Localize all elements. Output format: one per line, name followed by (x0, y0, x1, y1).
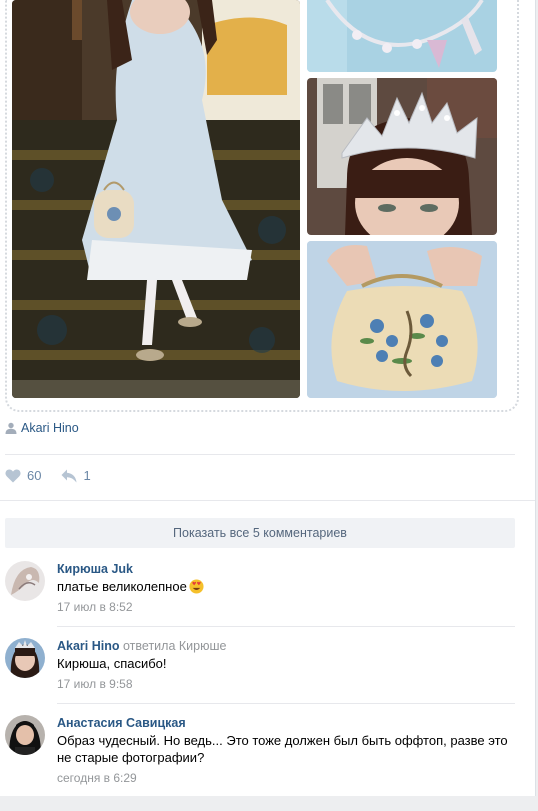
post-author[interactable]: Akari Hino (5, 421, 79, 435)
post-author-name: Akari Hino (21, 421, 79, 435)
photo-embroidered-purse[interactable] (307, 241, 497, 398)
comment-author[interactable]: Akari Hino (57, 639, 120, 653)
avatar[interactable] (5, 638, 45, 678)
share-icon (61, 469, 77, 482)
avatar[interactable] (5, 561, 45, 601)
post-actions: 60 1 (5, 468, 111, 483)
photo-tiara-portrait[interactable] (307, 78, 497, 235)
likes-count: 60 (27, 468, 42, 483)
heart-eyes-emoji (189, 579, 204, 594)
reply-to-label[interactable]: ответила Кирюше (123, 639, 226, 653)
divider (5, 454, 515, 455)
comment-date[interactable]: сегодня в 6:29 (57, 770, 512, 786)
shares-count: 1 (83, 468, 91, 483)
photo-necklace[interactable] (307, 0, 497, 72)
page-background-strip (0, 796, 538, 811)
show-all-comments-button[interactable]: Показать все 5 комментариев (5, 518, 515, 548)
comment-author[interactable]: Кирюша Juk (57, 562, 133, 576)
photo-main-dress[interactable] (12, 0, 300, 398)
post-card: Akari Hino 60 1 Показать все 5 комментар… (0, 0, 536, 811)
divider (0, 500, 535, 501)
comment-text: платье великолепное (57, 579, 187, 594)
comment-date[interactable]: 17 июл в 8:52 (57, 599, 512, 615)
comment-author[interactable]: Анастасия Савицкая (57, 716, 186, 730)
comment-date[interactable]: 17 июл в 9:58 (57, 676, 512, 692)
user-icon (5, 422, 17, 434)
avatar[interactable] (5, 715, 45, 755)
share-button[interactable]: 1 (61, 468, 91, 483)
divider (57, 626, 515, 627)
divider (57, 703, 515, 704)
like-button[interactable]: 60 (5, 468, 41, 483)
heart-icon (5, 469, 21, 482)
comment-text: Образ чудесный. Но ведь... Это тоже долж… (57, 733, 508, 765)
comment-text: Кирюша, спасибо! (57, 656, 167, 671)
